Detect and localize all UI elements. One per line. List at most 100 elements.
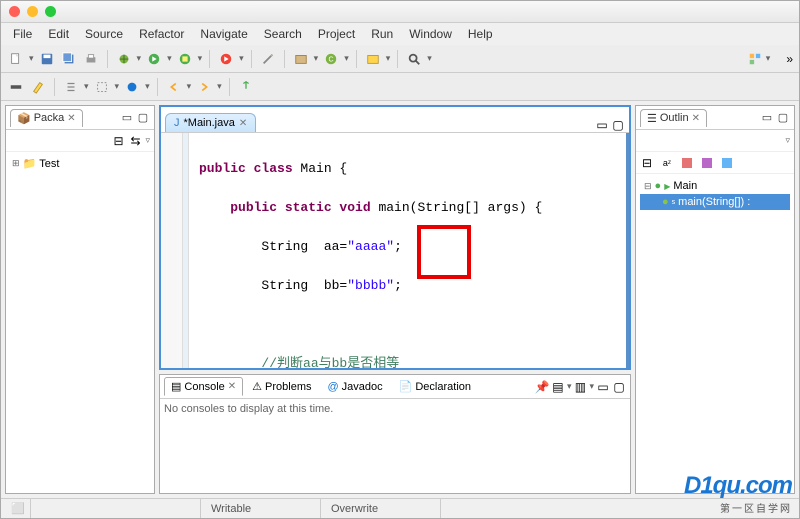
minimize-icon[interactable]: ▭ (595, 118, 609, 132)
hide-fields-icon[interactable] (680, 156, 694, 170)
expand-icon[interactable]: ⊞ (12, 158, 20, 169)
highlight-icon[interactable] (29, 78, 47, 96)
open-console-icon[interactable]: ▥ (573, 380, 587, 394)
status-writable: Writable (211, 503, 251, 515)
close-icon[interactable]: ✕ (67, 113, 75, 124)
static-marker-icon: s (672, 199, 676, 206)
hide-static-icon[interactable] (700, 156, 714, 170)
package-explorer-tab[interactable]: 📦 Packa ✕ (10, 109, 83, 127)
menu-refactor[interactable]: Refactor (133, 25, 190, 43)
perspective-icon[interactable] (746, 50, 764, 68)
tab-javadoc[interactable]: @Javadoc (321, 378, 390, 396)
open-type-icon[interactable] (364, 50, 382, 68)
print-icon[interactable] (82, 50, 100, 68)
maximize-icon[interactable]: ▢ (776, 111, 790, 125)
close-icon[interactable]: ✕ (239, 118, 247, 129)
display-console-icon[interactable]: ▤ (551, 380, 565, 394)
project-label: Test (39, 158, 59, 170)
titlebar (1, 1, 799, 23)
window-close-icon[interactable] (9, 6, 20, 17)
collapse-all-icon[interactable]: ⊟ (111, 134, 125, 148)
package-explorer-label: Packa (34, 112, 65, 124)
collapse-icon[interactable]: ⊟ (644, 181, 652, 192)
external-tools-icon[interactable] (217, 50, 235, 68)
problems-icon: ⚠ (252, 380, 262, 393)
run-icon[interactable] (145, 50, 163, 68)
back-icon[interactable] (165, 78, 183, 96)
declaration-icon: 📄 (399, 380, 413, 393)
menu-source[interactable]: Source (79, 25, 129, 43)
code-editor[interactable]: public class Main { public static void m… (161, 133, 629, 368)
show-whitespace-icon[interactable] (7, 78, 25, 96)
pin-console-icon[interactable]: 📌 (535, 380, 549, 394)
breakpoint-icon[interactable] (123, 78, 141, 96)
save-icon[interactable] (38, 50, 56, 68)
window-minimize-icon[interactable] (27, 6, 38, 17)
pin-icon[interactable] (237, 78, 255, 96)
view-menu-icon[interactable]: ▿ (785, 135, 790, 146)
close-icon[interactable]: ✕ (692, 113, 700, 124)
link-editor-icon[interactable]: ⇆ (128, 134, 142, 148)
status-indicator-icon: ⬜ (11, 502, 25, 515)
menu-run[interactable]: Run (365, 25, 399, 43)
gutter (161, 133, 183, 368)
minimize-icon[interactable]: ▭ (596, 380, 610, 394)
project-icon: 📁 (23, 157, 37, 170)
method-icon: ● (662, 196, 669, 208)
wand-icon[interactable] (259, 50, 277, 68)
new-dropdown-icon[interactable]: ▾ (29, 53, 34, 64)
close-icon[interactable]: ✕ (228, 381, 236, 392)
tab-console[interactable]: ▤Console✕ (164, 377, 243, 396)
menu-help[interactable]: Help (462, 25, 499, 43)
view-menu-icon[interactable]: ▿ (145, 135, 150, 146)
new-package-icon[interactable] (292, 50, 310, 68)
save-all-icon[interactable] (60, 50, 78, 68)
coverage-icon[interactable] (176, 50, 194, 68)
window-zoom-icon[interactable] (45, 6, 56, 17)
editor-tab[interactable]: J *Main.java ✕ (165, 113, 256, 132)
outline-tab[interactable]: ☰ Outlin ✕ (640, 109, 707, 127)
java-file-icon: J (174, 117, 180, 129)
statusbar: ⬜ Writable Overwrite (1, 498, 799, 518)
sort-az-icon[interactable]: aᶻ (660, 156, 674, 170)
sort-icon[interactable]: ⊟ (640, 156, 654, 170)
search-icon[interactable] (405, 50, 423, 68)
tab-declaration[interactable]: 📄Declaration (392, 377, 478, 396)
editor-tab-label: *Main.java (184, 117, 235, 129)
toggle-comment-icon[interactable] (62, 78, 80, 96)
maximize-icon[interactable]: ▢ (612, 380, 626, 394)
package-explorer-panel: 📦 Packa ✕ ▭ ▢ ⊟ ⇆ ▿ ⊞ 📁 Test (5, 105, 155, 494)
quick-access-icon[interactable]: » (786, 52, 793, 66)
menu-file[interactable]: File (7, 25, 38, 43)
main-toolbar: ▾ ▾ ▾ ▾ ▾ ▾ C ▾ ▾ ▾ ▾ » (1, 45, 799, 73)
maximize-icon[interactable]: ▢ (611, 118, 625, 132)
code-area[interactable]: public class Main { public static void m… (189, 133, 629, 368)
menu-window[interactable]: Window (403, 25, 458, 43)
project-node[interactable]: ⊞ 📁 Test (10, 156, 150, 171)
tab-problems[interactable]: ⚠Problems (245, 377, 318, 396)
block-select-icon[interactable] (93, 78, 111, 96)
menubar: File Edit Source Refactor Navigate Searc… (1, 23, 799, 45)
menu-search[interactable]: Search (258, 25, 308, 43)
menu-navigate[interactable]: Navigate (194, 25, 253, 43)
highlight-box (417, 225, 471, 279)
watermark: D1qu.com 第一区自学网 (684, 472, 792, 515)
minimize-icon[interactable]: ▭ (120, 111, 134, 125)
outline-method-node[interactable]: ● s main(String[]) : (640, 194, 790, 210)
new-icon[interactable] (7, 50, 25, 68)
package-icon: 📦 (17, 112, 31, 125)
new-class-icon[interactable]: C (322, 50, 340, 68)
run-marker-icon: ▶ (664, 182, 670, 191)
svg-text:C: C (329, 56, 334, 63)
outline-class-node[interactable]: ⊟ ● ▶ Main (640, 178, 790, 194)
outline-class-label: Main (673, 180, 697, 192)
forward-icon[interactable] (195, 78, 213, 96)
hide-nonpublic-icon[interactable] (720, 156, 734, 170)
console-panel: ▤Console✕ ⚠Problems @Javadoc 📄Declaratio… (159, 374, 631, 494)
maximize-icon[interactable]: ▢ (136, 111, 150, 125)
menu-project[interactable]: Project (312, 25, 361, 43)
outline-method-label: main(String[]) : (678, 196, 750, 208)
debug-icon[interactable] (115, 50, 133, 68)
minimize-icon[interactable]: ▭ (760, 111, 774, 125)
menu-edit[interactable]: Edit (42, 25, 75, 43)
